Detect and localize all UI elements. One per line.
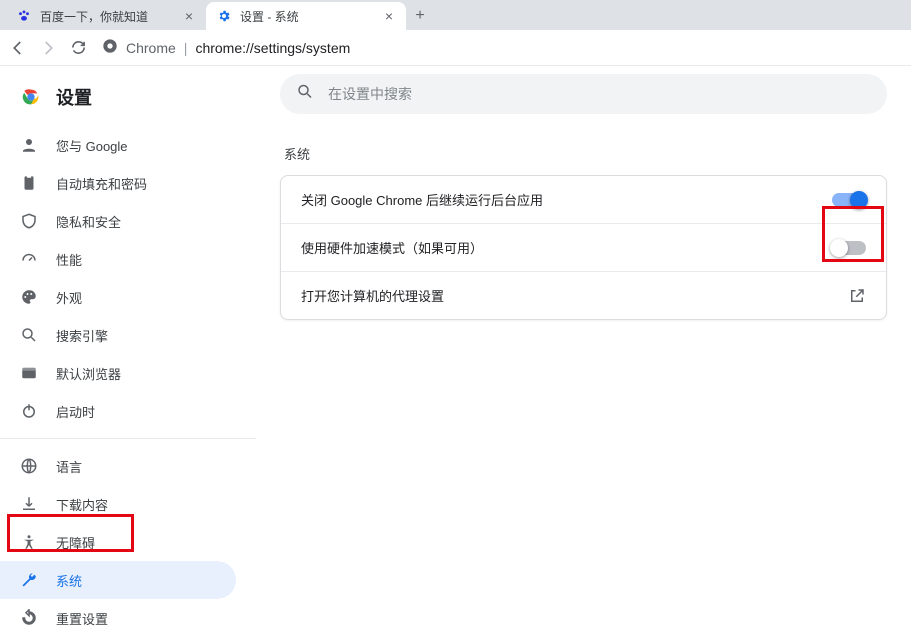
download-icon [20, 495, 38, 513]
sidebar-label: 语言 [56, 457, 82, 476]
system-settings-card: 关闭 Google Chrome 后继续运行后台应用 使用硬件加速模式（如果可用… [280, 175, 887, 320]
row-hardware-acceleration[interactable]: 使用硬件加速模式（如果可用） [281, 223, 886, 271]
sidebar-item-you-and-google[interactable]: 您与 Google [0, 126, 236, 164]
settings-sidebar: 设置 您与 Google 自动填充和密码 隐私和安全 性能 外观 搜索引擎 [0, 66, 256, 589]
sidebar-label: 隐私和安全 [56, 212, 121, 231]
row-label: 使用硬件加速模式（如果可用） [301, 238, 483, 257]
speedometer-icon [20, 250, 38, 268]
sidebar-label: 系统 [56, 571, 82, 590]
sidebar-item-appearance[interactable]: 外观 [0, 278, 236, 316]
sidebar-item-privacy[interactable]: 隐私和安全 [0, 202, 236, 240]
sidebar-label: 无障碍 [56, 533, 95, 552]
sidebar-label: 您与 Google [56, 136, 128, 155]
sidebar-label: 搜索引擎 [56, 326, 108, 345]
sidebar-label: 性能 [56, 250, 82, 269]
section-title: 系统 [284, 144, 887, 163]
sidebar-label: 重置设置 [56, 609, 108, 628]
power-icon [20, 402, 38, 420]
sidebar-label: 下载内容 [56, 495, 108, 514]
toggle-hardware-acceleration[interactable] [832, 241, 866, 255]
gear-icon [216, 8, 232, 24]
search-icon [296, 83, 314, 106]
sidebar-item-autofill[interactable]: 自动填充和密码 [0, 164, 236, 202]
browser-toolbar: Chrome | chrome://settings/system [0, 30, 911, 66]
sidebar-item-languages[interactable]: 语言 [0, 447, 236, 485]
baidu-paw-icon [16, 8, 32, 24]
sidebar-label: 外观 [56, 288, 82, 307]
sidebar-item-system[interactable]: 系统 [0, 561, 236, 599]
forward-button[interactable] [38, 38, 58, 58]
back-button[interactable] [8, 38, 28, 58]
tab-strip: 百度一下，你就知道 × 设置 - 系统 × + [0, 0, 911, 30]
search-input[interactable] [280, 74, 887, 114]
sidebar-item-reset[interactable]: 重置设置 [0, 599, 236, 637]
reload-button[interactable] [68, 38, 88, 58]
search-icon [20, 326, 38, 344]
person-icon [20, 136, 38, 154]
globe-icon [20, 457, 38, 475]
external-link-icon [848, 287, 866, 305]
sidebar-item-default-browser[interactable]: 默认浏览器 [0, 354, 236, 392]
row-proxy-settings[interactable]: 打开您计算机的代理设置 [281, 271, 886, 319]
sidebar-item-downloads[interactable]: 下载内容 [0, 485, 236, 523]
toggle-background-apps[interactable] [832, 193, 866, 207]
tab-baidu[interactable]: 百度一下，你就知道 × [6, 2, 206, 30]
palette-icon [20, 288, 38, 306]
settings-search [280, 74, 887, 114]
new-tab-button[interactable]: + [406, 2, 434, 30]
sidebar-label: 自动填充和密码 [56, 174, 147, 193]
chrome-logo-icon [20, 86, 42, 108]
sidebar-item-search-engine[interactable]: 搜索引擎 [0, 316, 236, 354]
close-icon[interactable]: × [382, 9, 396, 23]
row-label: 关闭 Google Chrome 后继续运行后台应用 [301, 190, 543, 209]
separator: | [184, 40, 188, 56]
sidebar-item-on-startup[interactable]: 启动时 [0, 392, 236, 430]
sidebar-item-performance[interactable]: 性能 [0, 240, 236, 278]
row-background-apps[interactable]: 关闭 Google Chrome 后继续运行后台应用 [281, 176, 886, 223]
settings-content: 系统 关闭 Google Chrome 后继续运行后台应用 使用硬件加速模式（如… [256, 66, 911, 589]
clipboard-icon [20, 174, 38, 192]
divider [0, 438, 256, 439]
omnibox[interactable]: Chrome | chrome://settings/system [98, 38, 350, 57]
shield-icon [20, 212, 38, 230]
row-label: 打开您计算机的代理设置 [301, 286, 444, 305]
page-title: 设置 [56, 84, 92, 110]
browser-icon [20, 364, 38, 382]
url-origin: Chrome [126, 40, 176, 56]
sidebar-label: 默认浏览器 [56, 364, 121, 383]
close-icon[interactable]: × [182, 9, 196, 23]
wrench-icon [20, 571, 38, 589]
tab-title: 百度一下，你就知道 [40, 8, 174, 25]
sidebar-label: 启动时 [56, 402, 95, 421]
chrome-icon [102, 38, 118, 57]
settings-header: 设置 [0, 80, 256, 126]
reset-icon [20, 609, 38, 627]
accessibility-icon [20, 533, 38, 551]
sidebar-item-accessibility[interactable]: 无障碍 [0, 523, 236, 561]
tab-settings[interactable]: 设置 - 系统 × [206, 2, 406, 30]
tab-title: 设置 - 系统 [240, 8, 374, 25]
url-path: chrome://settings/system [195, 40, 350, 56]
